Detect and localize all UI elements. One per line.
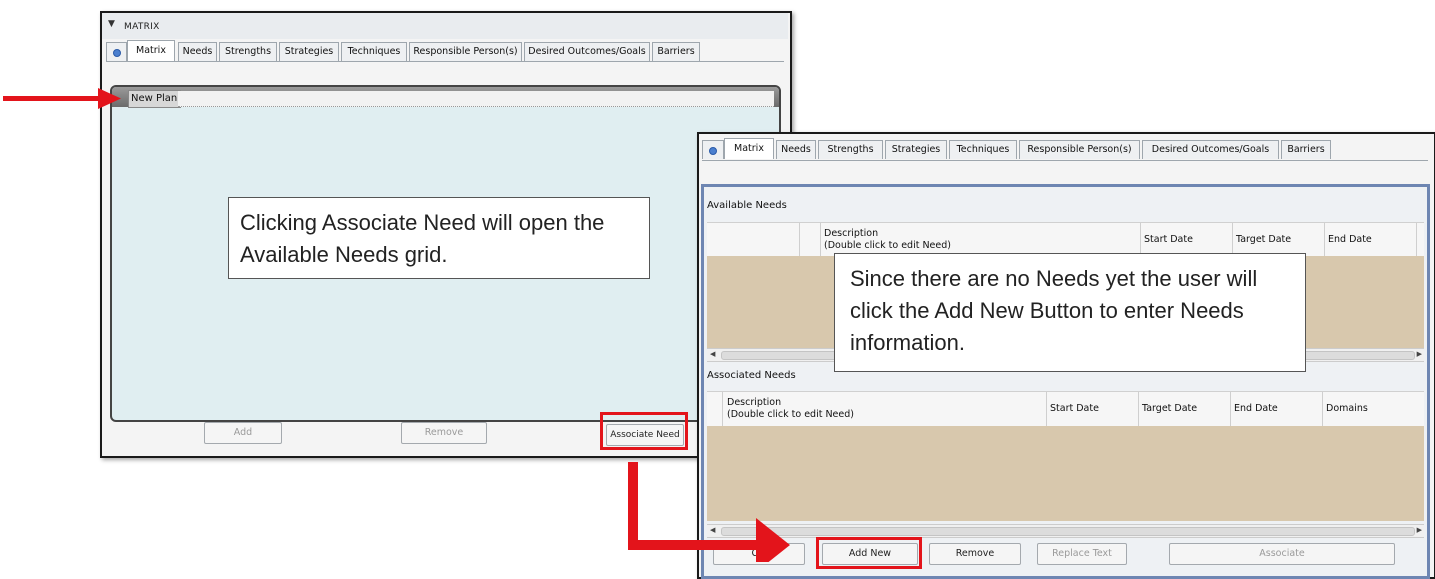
tab-home[interactable] (702, 140, 724, 159)
scroll-right-icon[interactable]: ▶ (1417, 350, 1422, 358)
associated-needs-header: Description (Double click to edit Need) … (707, 391, 1424, 427)
select-column (707, 223, 799, 256)
end-date-header: End Date (1234, 403, 1278, 414)
chevron-down-icon[interactable]: ▼ (108, 19, 115, 29)
end-date-header: End Date (1328, 234, 1372, 245)
callout-add-new-text: Since there are no Needs yet the user wi… (850, 266, 1258, 355)
icon-column (799, 223, 821, 256)
tab-desired-outcomes[interactable]: Desired Outcomes/Goals (524, 42, 650, 61)
target-date-column[interactable]: Target Date (1232, 223, 1325, 256)
tab-desired-outcomes[interactable]: Desired Outcomes/Goals (1142, 140, 1279, 159)
target-date-column[interactable]: Target Date (1138, 392, 1231, 426)
plan-row[interactable]: New Plan (112, 87, 779, 108)
remove-button[interactable]: Remove (929, 543, 1021, 565)
tab-techniques[interactable]: Techniques (341, 42, 407, 61)
tab-barriers[interactable]: Barriers (1281, 140, 1331, 159)
tab-divider (702, 160, 1428, 161)
start-date-header: Start Date (1050, 403, 1099, 414)
available-needs-header: Description (Double click to edit Need) … (707, 222, 1424, 257)
plan-row-fill (178, 91, 774, 107)
tab-strategies[interactable]: Strategies (279, 42, 339, 61)
scroll-thumb[interactable] (721, 527, 1415, 536)
section-title: MATRIX (124, 22, 160, 32)
tab-matrix[interactable]: Matrix (127, 40, 175, 61)
associated-needs-title: Associated Needs (707, 370, 796, 381)
callout-associate-need-text: Clicking Associate Need will open the Av… (240, 210, 605, 267)
target-date-header: Target Date (1142, 403, 1198, 414)
end-date-column[interactable]: End Date (1324, 223, 1417, 256)
globe-icon (112, 49, 121, 57)
description-column[interactable]: Description (Double click to edit Need) (722, 392, 1047, 426)
plan-name[interactable]: New Plan (128, 90, 181, 108)
tab-barriers[interactable]: Barriers (652, 42, 700, 61)
tab-matrix[interactable]: Matrix (724, 138, 774, 159)
associated-needs-scrollbar[interactable]: ◀ ▶ (707, 524, 1424, 538)
tab-strategies[interactable]: Strategies (885, 140, 947, 159)
tab-needs[interactable]: Needs (776, 140, 816, 159)
associated-needs-grid[interactable] (707, 426, 1424, 521)
start-date-column[interactable]: Start Date (1140, 223, 1233, 256)
select-column (707, 392, 722, 426)
target-date-header: Target Date (1236, 234, 1292, 245)
tab-home[interactable] (106, 42, 127, 61)
description-header: Description (727, 397, 782, 408)
tab-divider (106, 61, 784, 62)
red-arrow-left-icon (3, 88, 121, 109)
end-date-column[interactable]: End Date (1230, 392, 1323, 426)
tab-techniques[interactable]: Techniques (949, 140, 1017, 159)
domains-header: Domains (1326, 403, 1368, 414)
scroll-right-icon[interactable]: ▶ (1417, 526, 1422, 534)
needs-panel: Available Needs Description (Double clic… (701, 184, 1430, 579)
red-arrow-down-right-icon (628, 462, 790, 562)
callout-associate-need: Clicking Associate Need will open the Av… (228, 197, 650, 279)
add-button[interactable]: Add (204, 422, 282, 444)
matrix-section-header[interactable]: ▼ MATRIX (102, 13, 788, 39)
description-hint: (Double click to edit Need) (727, 409, 854, 420)
associate-button[interactable]: Associate (1169, 543, 1395, 565)
scroll-left-icon[interactable]: ◀ (710, 350, 715, 358)
available-needs-title: Available Needs (707, 200, 787, 211)
tab-responsible-persons[interactable]: Responsible Person(s) (1019, 140, 1140, 159)
tab-strengths[interactable]: Strengths (818, 140, 883, 159)
description-hint: (Double click to edit Need) (824, 240, 951, 251)
tab-strengths[interactable]: Strengths (219, 42, 277, 61)
domains-column[interactable]: Domains (1322, 392, 1425, 426)
associate-need-highlight (600, 412, 688, 450)
extra-column (1416, 223, 1425, 256)
tab-bar: Matrix Needs Strengths Strategies Techni… (702, 138, 1430, 162)
start-date-header: Start Date (1144, 234, 1193, 245)
tab-responsible-persons[interactable]: Responsible Person(s) (409, 42, 522, 61)
globe-icon (709, 147, 717, 155)
description-header: Description (824, 228, 879, 239)
callout-add-new: Since there are no Needs yet the user wi… (834, 253, 1306, 372)
description-column[interactable]: Description (Double click to edit Need) (820, 223, 1141, 256)
start-date-column[interactable]: Start Date (1046, 392, 1139, 426)
remove-button[interactable]: Remove (401, 422, 487, 444)
tab-needs[interactable]: Needs (178, 42, 217, 61)
replace-text-button[interactable]: Replace Text (1037, 543, 1127, 565)
add-new-highlight (816, 537, 922, 569)
